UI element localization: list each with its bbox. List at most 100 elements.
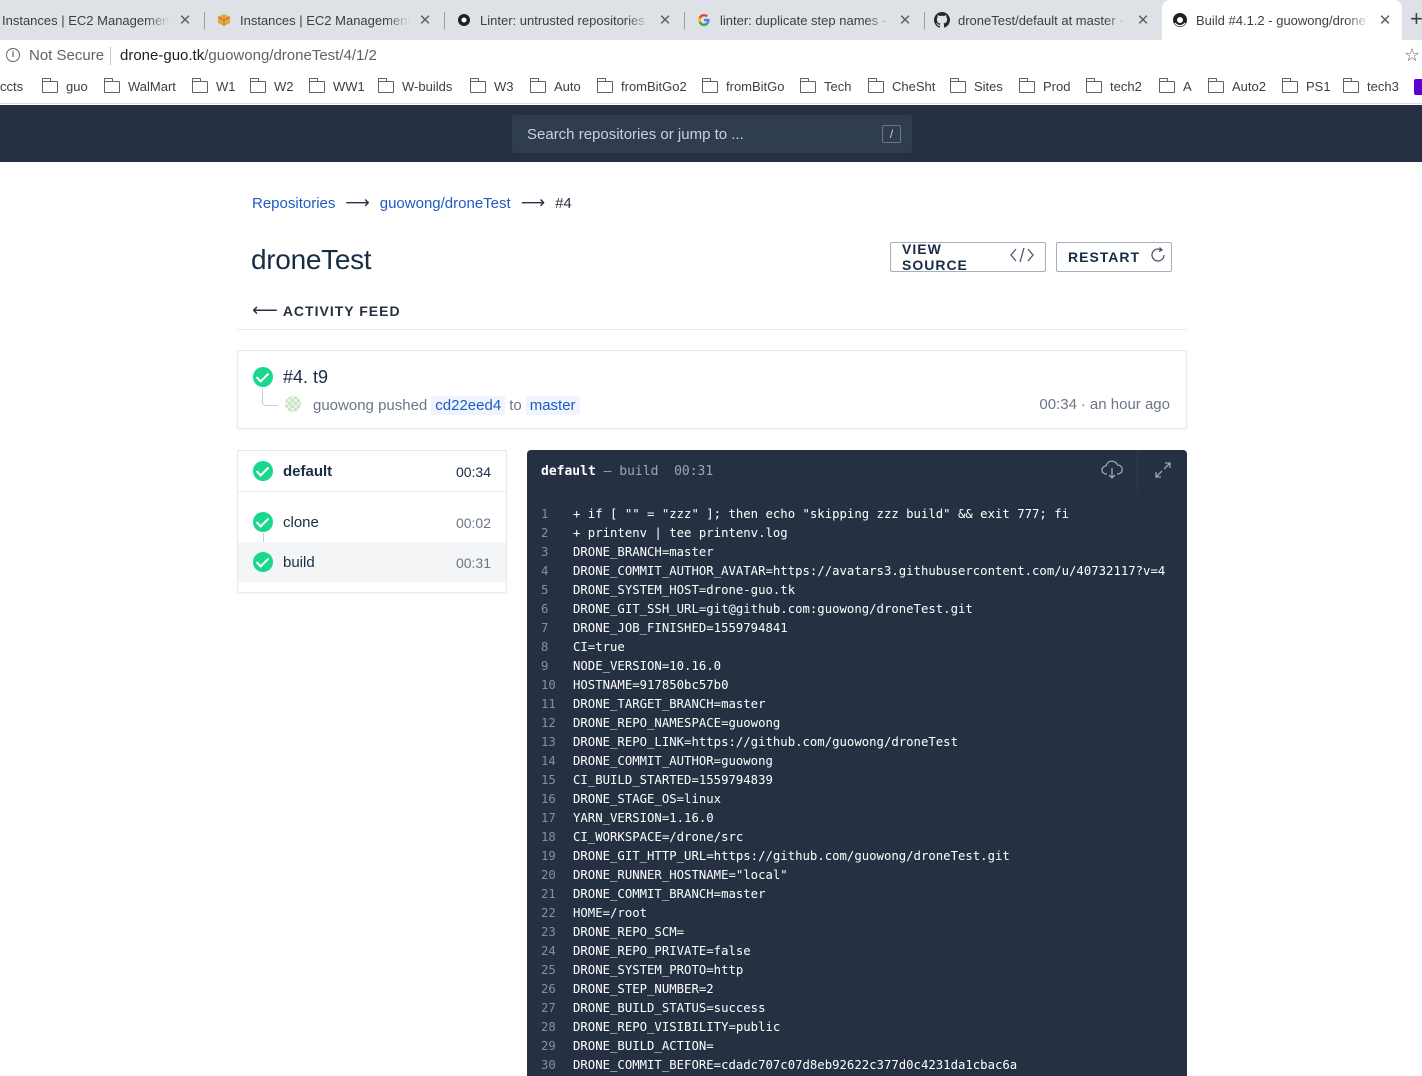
close-tab-icon[interactable]: ✕ bbox=[1376, 11, 1394, 29]
bookmark-star-icon[interactable]: ☆ bbox=[1404, 45, 1420, 66]
download-button[interactable] bbox=[1087, 450, 1137, 494]
bookmark-label: A bbox=[1183, 79, 1192, 94]
log-line-number: 16 bbox=[541, 792, 556, 806]
log-line-text: DRONE_COMMIT_BEFORE=cdadc707c07d8eb92622… bbox=[573, 1058, 1018, 1072]
bookmark-item[interactable]: tech3 bbox=[1342, 77, 1399, 94]
github-icon bbox=[934, 12, 950, 28]
yahoo-bookmark-icon[interactable] bbox=[1414, 79, 1422, 95]
bookmark-item[interactable]: tech2 bbox=[1085, 77, 1142, 94]
browser-tab-active[interactable]: Build #4.1.2 - guowong/droneTest ✕ bbox=[1162, 0, 1402, 40]
bookmark-item[interactable]: PS1 bbox=[1281, 77, 1331, 94]
commit-to: to bbox=[509, 397, 522, 414]
folder-icon bbox=[867, 77, 884, 93]
bookmark-label: fromBitGo bbox=[726, 79, 785, 94]
url-path: /guowong/droneTest/4/1/2 bbox=[204, 47, 377, 64]
log-line-number: 27 bbox=[541, 1001, 556, 1015]
bookmark-label: W-builds bbox=[402, 79, 453, 94]
close-tab-icon[interactable]: ✕ bbox=[656, 11, 674, 29]
close-tab-icon[interactable]: ✕ bbox=[896, 11, 914, 29]
security-label[interactable]: Not Secure bbox=[29, 47, 104, 64]
code-icon bbox=[1010, 247, 1034, 267]
step-row-build[interactable]: build 00:31 bbox=[238, 542, 506, 582]
bookmark-item[interactable]: Auto2 bbox=[1207, 77, 1266, 94]
tab-title: Instances | EC2 Management Console bbox=[240, 12, 410, 28]
drone-icon bbox=[1172, 12, 1188, 28]
stage-header[interactable]: default 00:34 bbox=[238, 451, 506, 492]
close-tab-icon[interactable]: ✕ bbox=[176, 11, 194, 29]
arrow-left-icon: ⟵ bbox=[252, 300, 279, 320]
log-line-text: CI_BUILD_STARTED=1559794839 bbox=[573, 773, 773, 787]
browser-tab[interactable]: Linter: untrusted repositories cannot mo… bbox=[448, 0, 680, 40]
restart-button[interactable]: RESTART bbox=[1056, 242, 1172, 272]
step-row-clone[interactable]: clone 00:02 bbox=[238, 502, 506, 542]
bookmark-item[interactable]: WalMart bbox=[103, 77, 176, 94]
tab-separator bbox=[684, 12, 685, 30]
bookmark-item[interactable]: Auto bbox=[529, 77, 581, 94]
bookmark-item[interactable]: W-builds bbox=[377, 77, 453, 94]
search-input[interactable] bbox=[512, 115, 872, 153]
tab-title: droneTest/default at master · guowong bbox=[958, 12, 1128, 28]
bookmark-item[interactable]: WW1 bbox=[308, 77, 365, 94]
log-line: 12 DRONE_REPO_NAMESPACE=guowong bbox=[527, 714, 1187, 733]
log-line-text: DRONE_REPO_PRIVATE=false bbox=[573, 944, 751, 958]
bookmark-label: PS1 bbox=[1306, 79, 1331, 94]
log-line-text: + printenv | tee printenv.log bbox=[573, 526, 788, 540]
bookmark-label: Sites bbox=[974, 79, 1003, 94]
new-tab-icon[interactable]: + bbox=[1410, 6, 1422, 32]
bookmark-item[interactable]: ccts bbox=[0, 79, 23, 94]
close-tab-icon[interactable]: ✕ bbox=[416, 11, 434, 29]
url-separator bbox=[110, 47, 111, 65]
bookmark-label: WalMart bbox=[128, 79, 176, 94]
bookmark-label: W3 bbox=[494, 79, 514, 94]
commit-action: pushed bbox=[378, 397, 428, 414]
bookmark-item[interactable]: Sites bbox=[949, 77, 1003, 94]
commit-sha-link[interactable]: cd22eed4 bbox=[431, 396, 506, 415]
bookmark-item[interactable]: W2 bbox=[249, 77, 294, 94]
success-check-icon bbox=[253, 461, 273, 481]
restart-label: RESTART bbox=[1068, 249, 1141, 265]
browser-tab[interactable]: Instances | EC2 Management Console ✕ bbox=[208, 0, 440, 40]
browser-tab[interactable]: Instances | EC2 Management Console ✕ bbox=[0, 0, 200, 40]
bookmark-item[interactable]: W1 bbox=[191, 77, 236, 94]
bookmark-item[interactable]: fromBitGo bbox=[701, 77, 785, 94]
log-line-number: 25 bbox=[541, 963, 556, 977]
build-duration: 00:34 bbox=[1039, 396, 1077, 413]
bookmark-item[interactable]: CheSht bbox=[867, 77, 935, 94]
bookmark-label: tech2 bbox=[1110, 79, 1142, 94]
folder-icon bbox=[103, 77, 120, 93]
log-line-text: DRONE_REPO_VISIBILITY=public bbox=[573, 1020, 781, 1034]
bookmark-item[interactable]: Prod bbox=[1018, 77, 1070, 94]
log-line-text: DRONE_COMMIT_AUTHOR_AVATAR=https://avata… bbox=[573, 564, 1166, 578]
bookmark-item[interactable]: Tech bbox=[799, 77, 851, 94]
log-line: 28 DRONE_REPO_VISIBILITY=public bbox=[527, 1018, 1187, 1037]
log-line-text: YARN_VERSION=1.16.0 bbox=[573, 811, 714, 825]
breadcrumb-repo-link[interactable]: guowong/droneTest bbox=[380, 195, 511, 212]
bookmark-item[interactable]: fromBitGo2 bbox=[596, 77, 687, 94]
log-panel: default — build 00:31 1 + if [ "" = "zzz"… bbox=[527, 450, 1187, 1076]
bookmark-item[interactable]: guo bbox=[41, 77, 88, 94]
bookmark-item[interactable]: A bbox=[1158, 77, 1192, 94]
log-line-number: 3 bbox=[541, 545, 549, 559]
log-line-number: 24 bbox=[541, 944, 556, 958]
activity-feed-link[interactable]: ⟵ ACTIVITY FEED bbox=[252, 300, 401, 321]
tab-title: Linter: untrusted repositories cannot mo… bbox=[480, 12, 650, 28]
close-tab-icon[interactable]: ✕ bbox=[1134, 11, 1152, 29]
folder-icon bbox=[799, 77, 816, 93]
log-line-text: DRONE_SYSTEM_HOST=drone-guo.tk bbox=[573, 583, 796, 597]
step-name: clone bbox=[283, 514, 319, 531]
log-line-text: + if [ "" = "zzz" ]; then echo "skipping… bbox=[573, 507, 1070, 521]
browser-tab[interactable]: droneTest/default at master · guowong ✕ bbox=[928, 0, 1158, 40]
url-field[interactable]: drone-guo.tk/guowong/droneTest/4/1/2 bbox=[120, 47, 377, 64]
view-source-button[interactable]: VIEW SOURCE bbox=[890, 241, 1046, 273]
branch-link[interactable]: master bbox=[525, 396, 580, 415]
bookmark-item[interactable]: W3 bbox=[469, 77, 514, 94]
log-line: 13 DRONE_REPO_LINK=https://github.com/guo… bbox=[527, 733, 1187, 752]
browser-tab[interactable]: linter: duplicate step names - Google Se… bbox=[688, 0, 920, 40]
breadcrumb-repositories-link[interactable]: Repositories bbox=[252, 195, 335, 212]
expand-button[interactable] bbox=[1137, 450, 1187, 494]
folder-icon bbox=[1342, 77, 1359, 93]
log-duration: 00:31 bbox=[674, 464, 714, 479]
log-line-number: 29 bbox=[541, 1039, 556, 1053]
log-line-number: 7 bbox=[541, 621, 549, 635]
info-icon[interactable]: i bbox=[6, 48, 20, 62]
